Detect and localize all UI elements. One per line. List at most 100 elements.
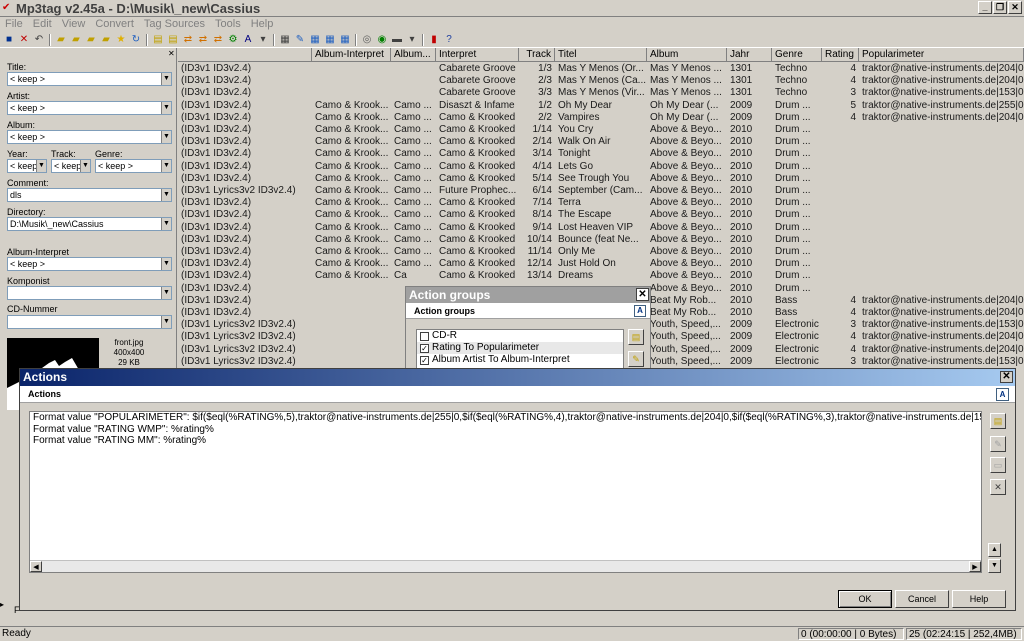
table-row[interactable]: (ID3v1 ID3v2.4) Camo & Krook... Camo ... Ca… — [178, 234, 1024, 246]
column-rating[interactable]: Rating — [822, 48, 859, 62]
table-row[interactable]: (ID3v1 ID3v2.4) Camo & Krook... Ca Camo & K… — [178, 270, 1024, 282]
convert3-icon[interactable]: ⇄ — [211, 33, 225, 46]
new-action-icon[interactable]: ▤ — [990, 413, 1006, 429]
table-row[interactable]: (ID3v1 ID3v2.4) Camo & Krook... Camo ... Ca… — [178, 124, 1024, 136]
edit-icon[interactable]: ✎ — [628, 351, 644, 367]
table-row[interactable]: (ID3v1 ID3v2.4) Camo & Krook... Camo ... Ca… — [178, 222, 1024, 234]
open-folder-icon[interactable]: ▰ — [54, 33, 68, 46]
file-tag-icon[interactable]: ▤ — [166, 33, 180, 46]
delete-action-icon[interactable]: ✕ — [990, 479, 1006, 495]
checkbox[interactable]: ✓ — [420, 343, 429, 353]
move-up-icon[interactable]: ▲ — [988, 543, 1001, 557]
close-button[interactable]: ✕ — [1008, 1, 1022, 14]
table-row[interactable]: (ID3v1 ID3v2.4) Cabarete Groove 1/3 Mas Y M… — [178, 63, 1024, 75]
table-row[interactable]: (ID3v1 Lyrics3v2 ID3v2.4) Camo & Krook...… — [178, 185, 1024, 197]
list-item[interactable]: Format value "POPULARIMETER": $if($eql(%… — [30, 412, 981, 424]
font-icon[interactable]: A — [996, 388, 1009, 401]
source-icon[interactable]: ▬ — [390, 33, 404, 46]
chevron-down-icon[interactable]: ▼ — [161, 189, 171, 201]
table-row[interactable]: (ID3v1 ID3v2.4) Camo & Krook... Camo ... Ca… — [178, 246, 1024, 258]
undo-icon[interactable]: ↶ — [32, 33, 46, 46]
column-track[interactable]: Track — [519, 48, 555, 62]
album-field[interactable]: < keep > ▼ — [7, 130, 172, 144]
track-field[interactable]: < keep ▼ — [51, 159, 91, 173]
menu-file[interactable]: File — [0, 17, 28, 32]
scroll-right-icon[interactable]: ▶ — [969, 561, 981, 572]
source-dropdown-icon[interactable]: ▾ — [405, 33, 419, 46]
chevron-down-icon[interactable]: ▼ — [161, 131, 171, 143]
list-item[interactable]: Format value "RATING MM": %rating% — [30, 435, 981, 447]
table-row[interactable]: (ID3v1 ID3v2.4) Camo & Krook... Camo ... Ca… — [178, 136, 1024, 148]
list-item[interactable]: Format value "RATING WMP": %rating% — [30, 424, 981, 436]
chevron-down-icon[interactable]: ▼ — [161, 73, 171, 85]
menu-edit[interactable]: Edit — [28, 17, 57, 32]
chevron-down-icon[interactable]: ▼ — [161, 287, 171, 299]
table-row[interactable]: (ID3v1 ID3v2.4) Camo & Krook... Camo ... Ca… — [178, 258, 1024, 270]
options-icon[interactable]: ▮ — [427, 33, 441, 46]
panel-close-icon[interactable]: ✕ — [168, 50, 176, 58]
comment-field[interactable]: dls ▼ — [7, 188, 172, 202]
list-item[interactable]: ✓ Rating To Popularimeter — [417, 342, 623, 354]
table-row[interactable]: (ID3v1 ID3v2.4) Camo & Krook... Camo ... Ca… — [178, 209, 1024, 221]
column-jahr[interactable]: Jahr — [727, 48, 772, 62]
column-album[interactable]: Album — [647, 48, 727, 62]
table-row[interactable]: (ID3v1 ID3v2.4) Camo & Krook... Camo ... Ca… — [178, 161, 1024, 173]
column-genre[interactable]: Genre — [772, 48, 822, 62]
menu-tools[interactable]: Tools — [210, 17, 246, 32]
actions-list[interactable]: Format value "POPULARIMETER": $if($eql(%… — [29, 411, 982, 573]
year-field[interactable]: < keep ▼ — [7, 159, 47, 173]
list-item[interactable]: CD-R — [417, 330, 623, 342]
help-button[interactable]: Help — [952, 590, 1006, 608]
remove-tag-icon[interactable]: ✕ — [17, 33, 31, 46]
action-groups-list[interactable]: CD-R ✓ Rating To Popularimeter ✓ Album Art… — [416, 329, 624, 369]
genre-field[interactable]: < keep > ▼ — [95, 159, 172, 173]
chevron-down-icon[interactable]: ▼ — [161, 160, 171, 172]
convert2-icon[interactable]: ⇄ — [196, 33, 210, 46]
folder-icon[interactable]: ▰ — [84, 33, 98, 46]
chevron-down-icon[interactable]: ▼ — [80, 160, 90, 172]
ok-button[interactable]: OK — [838, 590, 892, 608]
new-icon[interactable]: ▤ — [628, 329, 644, 345]
list2-icon[interactable]: ▦ — [323, 33, 337, 46]
restore-button[interactable]: ❐ — [993, 1, 1007, 14]
add-folder-icon[interactable]: ▰ — [69, 33, 83, 46]
chevron-down-icon[interactable]: ▼ — [36, 160, 46, 172]
chevron-down-icon[interactable]: ▼ — [161, 316, 171, 328]
save-icon[interactable]: ■ — [2, 33, 16, 46]
close-icon[interactable]: ✕ — [1000, 371, 1013, 383]
web-icon[interactable]: ◉ — [375, 33, 389, 46]
chevron-down-icon[interactable]: ▼ — [161, 218, 171, 230]
move-down-icon[interactable]: ▼ — [988, 559, 1001, 573]
table-row[interactable]: (ID3v1 ID3v2.4) Camo & Krook... Camo ... Ca… — [178, 112, 1024, 124]
cdnummer-field[interactable]: ▼ — [7, 315, 172, 329]
table-row[interactable]: (ID3v1 ID3v2.4) Camo & Krook... Camo ... Di… — [178, 100, 1024, 112]
column-popularimeter[interactable]: Popularimeter — [859, 48, 1024, 62]
folder-up-icon[interactable]: ▰ — [99, 33, 113, 46]
playlist-icon[interactable]: ✎ — [293, 33, 307, 46]
menu-convert[interactable]: Convert — [90, 17, 139, 32]
column-tag[interactable] — [178, 48, 312, 62]
text-icon[interactable]: A — [241, 33, 255, 46]
menu-view[interactable]: View — [57, 17, 91, 32]
table-row[interactable]: (ID3v1 ID3v2.4) Camo & Krook... Camo ... Ca… — [178, 197, 1024, 209]
font-icon[interactable]: A — [634, 305, 646, 317]
convert-icon[interactable]: ⇄ — [181, 33, 195, 46]
cancel-button[interactable]: Cancel — [895, 590, 949, 608]
checkbox[interactable]: ✓ — [420, 355, 429, 365]
tag-file-icon[interactable]: ▤ — [151, 33, 165, 46]
checkbox[interactable] — [420, 331, 429, 341]
minimize-button[interactable]: _ — [978, 1, 992, 14]
edit-action-icon[interactable]: ✎ — [990, 436, 1006, 452]
table-row[interactable]: (ID3v1 ID3v2.4) Cabarete Groove 2/3 Mas Y M… — [178, 75, 1024, 87]
album-interpret-field[interactable]: < keep > ▼ — [7, 257, 172, 271]
menu-tag-sources[interactable]: Tag Sources — [139, 17, 210, 32]
actions-icon[interactable]: ⚙ — [226, 33, 240, 46]
column-interpret[interactable]: Interpret — [436, 48, 519, 62]
favorite-icon[interactable]: ★ — [114, 33, 128, 46]
horizontal-scrollbar[interactable]: ◀ ▶ — [30, 560, 981, 572]
help-icon[interactable]: ? — [442, 33, 456, 46]
copy-action-icon[interactable]: ▭ — [990, 457, 1006, 473]
refresh-icon[interactable]: ↻ — [129, 33, 143, 46]
dropdown-icon[interactable]: ▾ — [256, 33, 270, 46]
chevron-down-icon[interactable]: ▼ — [161, 258, 171, 270]
